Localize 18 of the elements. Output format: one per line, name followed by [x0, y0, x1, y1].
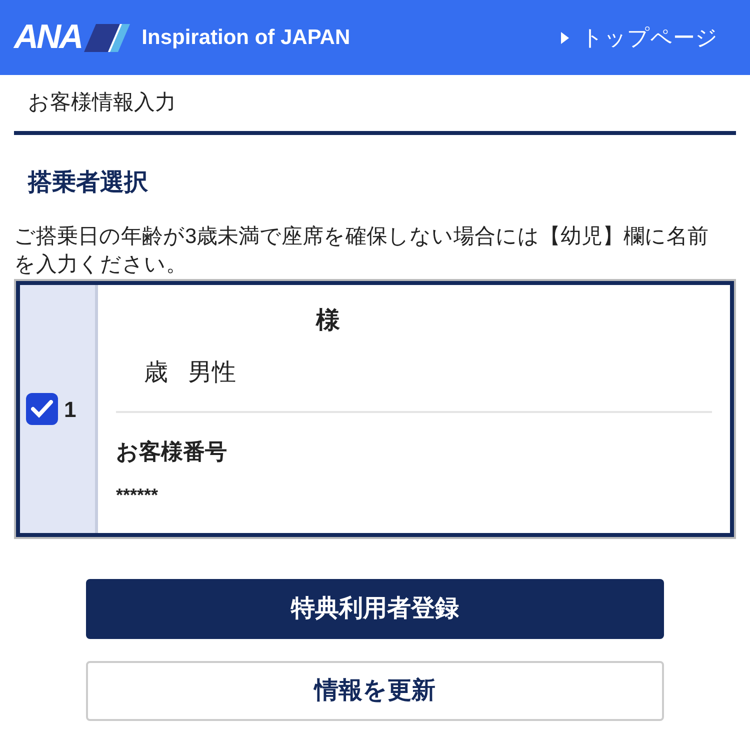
check-icon	[31, 400, 53, 418]
member-number-label: お客様番号	[116, 438, 228, 466]
action-button[interactable]: 特典利用者登録	[86, 579, 664, 639]
notice-text: ご搭乗日の年齢が3歳未満で座席を確保しない場合には【幼児】欄に名前を入力ください。	[14, 224, 710, 278]
age-text: 歳	[144, 358, 168, 388]
logo: ANA	[14, 17, 82, 58]
checkbox[interactable]	[26, 393, 58, 425]
member-number: ******	[116, 484, 160, 507]
section-title: 搭乗者選択	[26, 168, 149, 198]
action-button[interactable]: 情報を更新	[86, 661, 664, 721]
tagline: Inspiration of JAPAN	[142, 24, 350, 51]
top-page-link[interactable]: トップページ	[561, 21, 718, 54]
gender-text: 男性	[188, 358, 236, 388]
triangle-icon	[561, 32, 569, 44]
page-title: お客様情報入力	[27, 90, 177, 116]
passenger-number: 1	[64, 396, 76, 424]
logo-stripe-icon	[84, 24, 130, 52]
passenger-name: 様	[314, 306, 341, 336]
